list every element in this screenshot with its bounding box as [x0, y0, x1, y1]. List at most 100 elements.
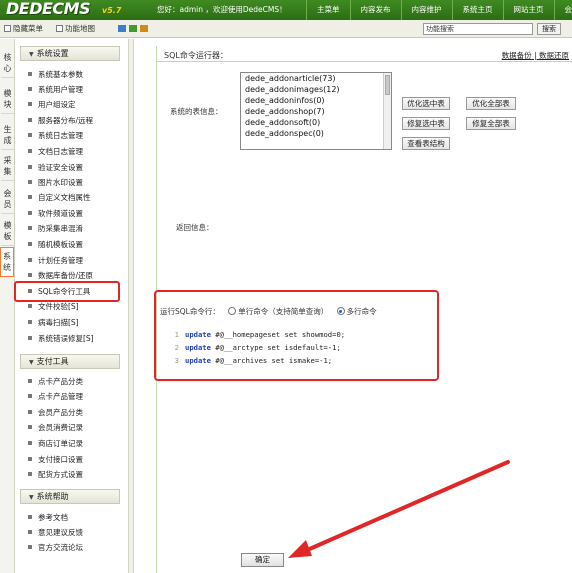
- data-restore-link[interactable]: 数据还原: [539, 51, 569, 60]
- menu-item-doc-attr[interactable]: 自定义文档属性: [28, 193, 91, 203]
- menu-item-reference-docs[interactable]: 参考文档: [28, 513, 68, 523]
- menu-item-user-group[interactable]: 用户组设定: [28, 100, 76, 110]
- table-option[interactable]: dede_addoninfos(0): [241, 95, 391, 106]
- line-number: 1: [174, 330, 179, 339]
- table-option[interactable]: dede_addonsoft(0): [241, 117, 391, 128]
- bullet-icon: [28, 149, 32, 153]
- bullet-icon: [28, 102, 32, 106]
- tables-label: 系统的表信息：: [170, 107, 223, 116]
- sql-code-editor[interactable]: 1 update #@__homepageset set showmod=0; 2…: [167, 324, 427, 374]
- menu-item-forum[interactable]: 官方交流论坛: [28, 543, 83, 553]
- radio-multi-line[interactable]: [336, 307, 345, 315]
- menu-item-label: 验证安全设置: [38, 163, 83, 172]
- table-option[interactable]: dede_addonspec(0): [241, 128, 391, 139]
- menu-item-label: 图片水印设置: [38, 178, 83, 187]
- menu-item-feedback[interactable]: 意见建议反馈: [28, 528, 83, 538]
- panel-divider[interactable]: [128, 39, 134, 573]
- bullet-icon: [28, 304, 32, 308]
- group-title: 系统设置: [36, 49, 69, 58]
- menu-item-label: 支付接口设置: [38, 455, 83, 464]
- menu-item-member-product[interactable]: 会员产品分类: [28, 408, 83, 418]
- bullet-icon: [28, 320, 32, 324]
- top-menu-maintain[interactable]: 内容维护: [400, 0, 452, 20]
- group-payment-tools[interactable]: ▼ 支付工具: [20, 354, 120, 369]
- top-links: 数据备份 | 数据还原: [502, 50, 569, 61]
- top-menu-site-home[interactable]: 网站主页: [502, 0, 554, 20]
- menu-item-label: 系统日志管理: [38, 131, 83, 140]
- table-list-scrollbar[interactable]: [383, 73, 391, 149]
- page-title: SQL命令运行器：: [164, 51, 228, 60]
- repair-selected-button[interactable]: 修复选中表: [402, 117, 450, 130]
- group-title: 系统帮助: [36, 492, 69, 501]
- menu-item-software-channel[interactable]: 软件频道设置: [28, 209, 83, 219]
- group-system-help[interactable]: ▼ 系统帮助: [20, 489, 120, 504]
- annotation-highlight-sql-tool: [14, 281, 120, 302]
- top-menu-member[interactable]: 会员: [553, 0, 572, 20]
- menu-item-label: 官方交流论坛: [38, 543, 83, 552]
- collapse-arrow-icon: ▼: [29, 51, 34, 58]
- menu-item-virus-scan[interactable]: 病毒扫描[S]: [28, 318, 79, 328]
- bullet-icon: [28, 530, 32, 534]
- bullet-icon: [28, 211, 32, 215]
- table-option[interactable]: dede_addonarticle(73): [241, 73, 391, 84]
- table-option[interactable]: dede_addonshop(7): [241, 106, 391, 117]
- menu-item-random-template[interactable]: 随机模板设置: [28, 240, 83, 250]
- radio-single-line[interactable]: [228, 307, 237, 315]
- skin-green-swatch[interactable]: [129, 25, 137, 32]
- search-button[interactable]: 搜索: [537, 23, 561, 35]
- line-number: 2: [174, 343, 179, 352]
- code-line: 1 update #@__homepageset set showmod=0;: [167, 330, 345, 339]
- table-option[interactable]: dede_addonimages(12): [241, 84, 391, 95]
- collapse-arrow-icon: ▼: [29, 494, 34, 501]
- bullet-icon: [28, 336, 32, 340]
- sql-text: #@__homepageset set showmod=0;: [210, 330, 346, 339]
- menu-item-basic-params[interactable]: 系统基本参数: [28, 70, 83, 80]
- menu-item-user-manage[interactable]: 系统用户管理: [28, 85, 83, 95]
- func-search-input[interactable]: 功能搜索: [423, 23, 533, 35]
- menu-item-db-backup[interactable]: 数据库备份/还原: [28, 271, 93, 281]
- bullet-icon: [28, 472, 32, 476]
- optimize-selected-button[interactable]: 优化选中表: [402, 97, 450, 110]
- menu-item-system-log[interactable]: 系统日志管理: [28, 131, 83, 141]
- optimize-all-button[interactable]: 优化全部表: [466, 97, 516, 110]
- menu-item-delivery[interactable]: 配货方式设置: [28, 470, 83, 480]
- menu-item-server-remote[interactable]: 服务器分布/远程: [28, 116, 93, 126]
- top-menu-main[interactable]: 主菜单: [306, 0, 350, 20]
- radio-multi-label[interactable]: 多行命令: [347, 307, 377, 316]
- menu-item-verify-security[interactable]: 验证安全设置: [28, 163, 83, 173]
- menu-item-watermark[interactable]: 图片水印设置: [28, 178, 83, 188]
- sql-keyword: update: [185, 343, 211, 352]
- menu-item-member-spend[interactable]: 会员消费记录: [28, 423, 83, 433]
- top-menu-system-home[interactable]: 系统主页: [451, 0, 503, 20]
- radio-single-label[interactable]: 单行命令（支持简单查询）: [238, 307, 328, 316]
- menu-item-card-manage[interactable]: 点卡产品管理: [28, 392, 83, 402]
- menu-item-label: 自定义文档属性: [38, 193, 91, 202]
- sql-command-label: 运行SQL命令行：: [160, 307, 220, 316]
- menu-item-label: 意见建议反馈: [38, 528, 83, 537]
- menu-item-error-repair[interactable]: 系统错误修复[S]: [28, 334, 94, 344]
- group-system-settings[interactable]: ▼ 系统设置: [20, 46, 120, 61]
- bullet-icon: [28, 242, 32, 246]
- menu-item-pay-interface[interactable]: 支付接口设置: [28, 455, 83, 465]
- data-backup-link[interactable]: 数据备份: [502, 51, 532, 60]
- menu-item-label: 会员产品分类: [38, 408, 83, 417]
- bullet-icon: [28, 226, 32, 230]
- menu-item-scheduled-tasks[interactable]: 计划任务管理: [28, 256, 83, 266]
- scroll-thumb[interactable]: [385, 75, 390, 95]
- repair-all-button[interactable]: 修复全部表: [466, 117, 516, 130]
- skin-orange-swatch[interactable]: [140, 25, 148, 32]
- table-list-select[interactable]: dede_addonarticle(73) dede_addonimages(1…: [240, 72, 392, 150]
- menu-item-doc-log[interactable]: 文档日志管理: [28, 147, 83, 157]
- top-menu-publish[interactable]: 内容发布: [349, 0, 401, 20]
- menu-item-file-check[interactable]: 文件校验[S]: [28, 302, 79, 312]
- menu-item-label: 服务器分布/远程: [38, 116, 94, 125]
- menu-item-anti-collect[interactable]: 防采集串混淆: [28, 224, 83, 234]
- menu-item-card-category[interactable]: 点卡产品分类: [28, 377, 83, 387]
- collapse-arrow-icon: ▼: [29, 359, 34, 366]
- menu-item-shop-orders[interactable]: 商店订单记录: [28, 439, 83, 449]
- sql-text: #@__arctype set isdefault=-1;: [210, 343, 341, 352]
- ok-button[interactable]: 确定: [241, 553, 284, 567]
- bullet-icon: [28, 515, 32, 519]
- view-structure-button[interactable]: 查看表结构: [402, 137, 450, 150]
- menu-item-label: 系统基本参数: [38, 70, 83, 79]
